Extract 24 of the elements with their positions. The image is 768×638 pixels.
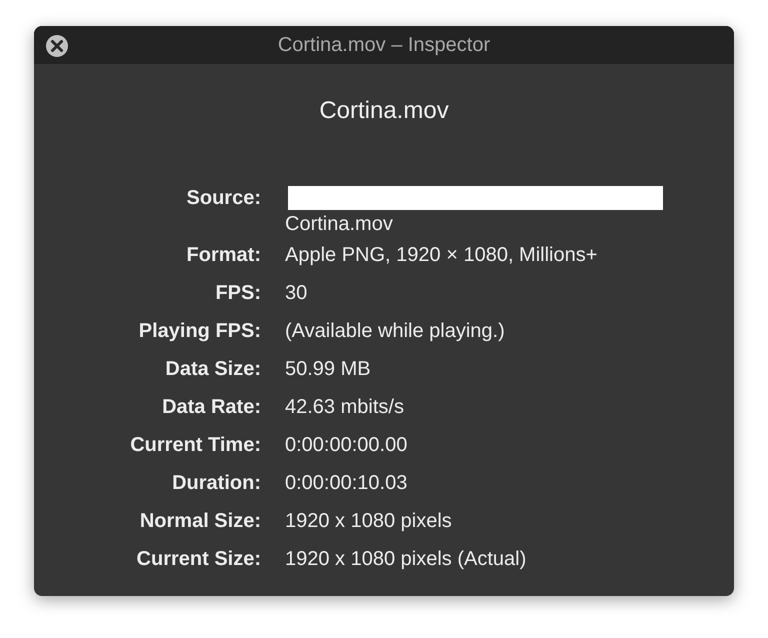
- field-value: 50.99 MB: [285, 358, 371, 380]
- field-value: Apple PNG, 1920 × 1080, Millions+: [285, 244, 598, 266]
- field-value: (Available while playing.): [285, 320, 505, 342]
- field-value: 42.63 mbits/s: [285, 396, 404, 418]
- field-label: Normal Size:: [140, 510, 261, 532]
- field-label: Duration:: [172, 472, 261, 494]
- file-name-heading: Cortina.mov: [319, 96, 449, 126]
- field-label: Format:: [186, 244, 261, 266]
- close-button[interactable]: [45, 34, 69, 58]
- field-value: Cortina.mov: [285, 212, 394, 236]
- field-label: Current Time:: [130, 434, 261, 456]
- field-value: 1920 x 1080 pixels: [285, 510, 452, 532]
- field-value: 1920 x 1080 pixels (Actual): [285, 548, 526, 570]
- field-label: FPS:: [215, 282, 261, 304]
- field-value: 0:00:00:00.00: [285, 434, 408, 456]
- field-label: Playing FPS:: [138, 320, 261, 342]
- field-label: Data Size:: [165, 358, 261, 380]
- field-label: Data Rate:: [162, 396, 261, 418]
- close-icon: [45, 34, 69, 58]
- field-value: 30: [285, 282, 308, 304]
- field-label: Current Size:: [136, 548, 261, 570]
- field-value: 0:00:00:10.03: [285, 472, 408, 494]
- window-title: Cortina.mov – Inspector: [278, 33, 490, 58]
- field-label: Source:: [186, 187, 261, 209]
